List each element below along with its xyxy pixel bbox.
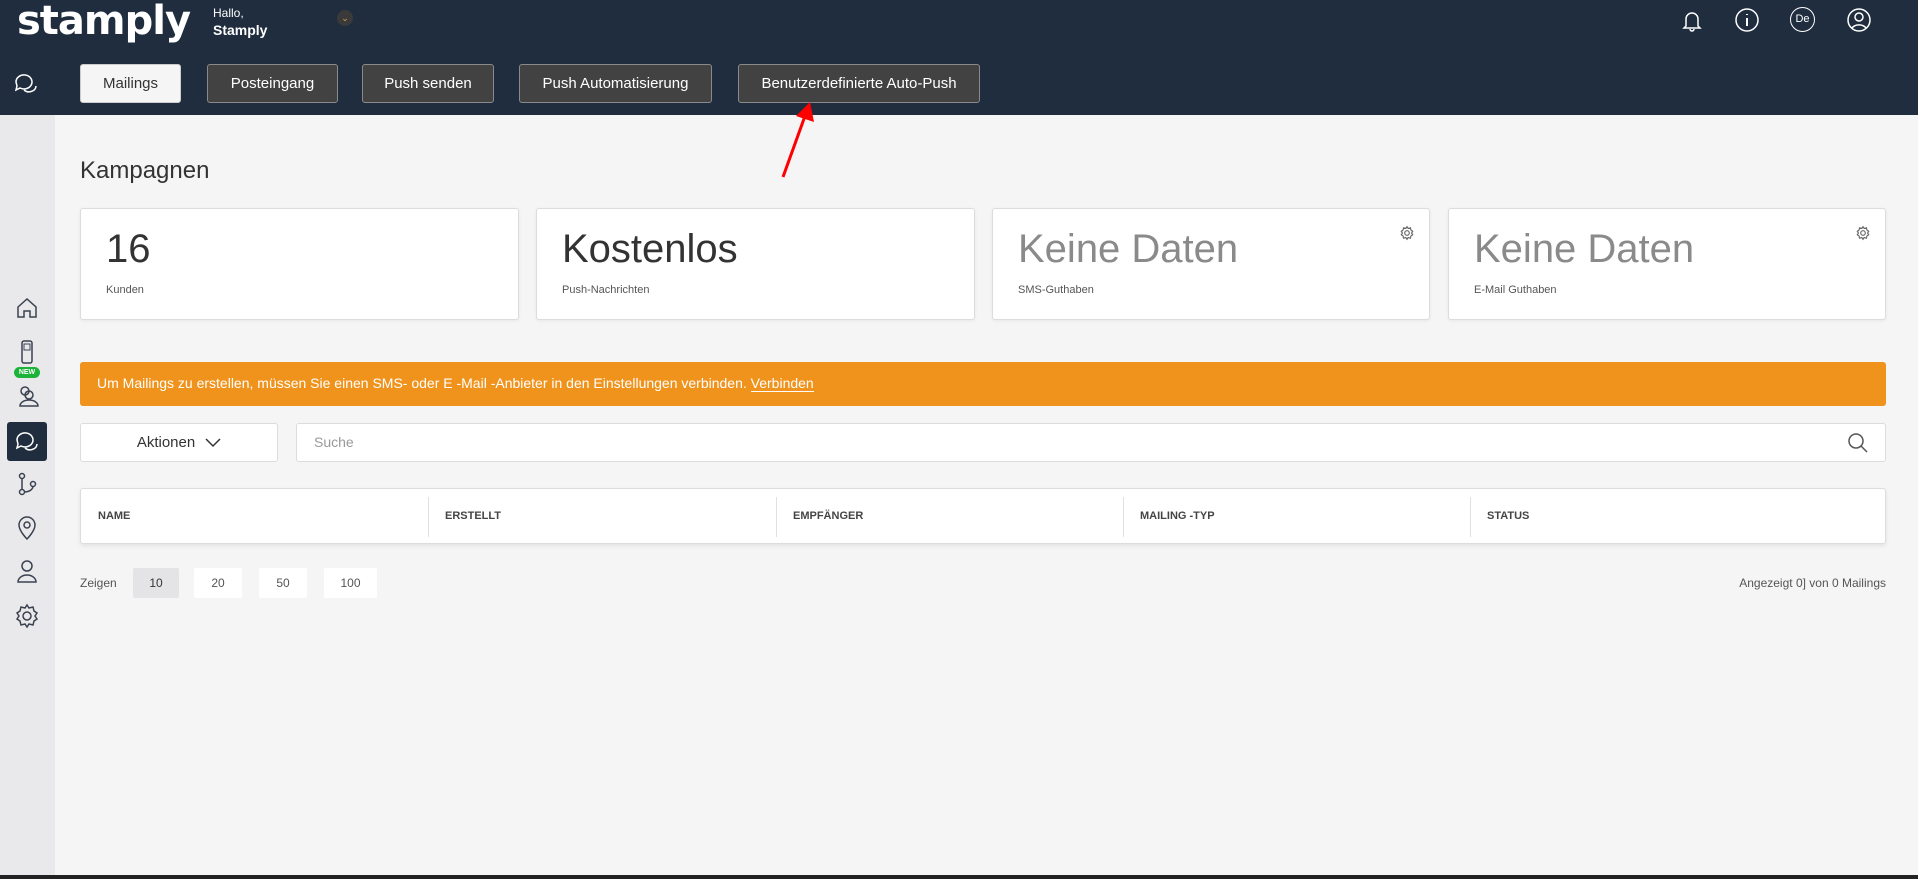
location-pin-icon[interactable] (13, 514, 41, 542)
customers-icon[interactable] (13, 382, 41, 410)
stat-card-push: Kostenlos Push-Nachrichten (536, 208, 975, 320)
stat-value: Kostenlos (562, 227, 738, 272)
mobile-device-icon[interactable] (13, 338, 41, 366)
branch-icon[interactable] (13, 470, 41, 498)
warning-banner: Um Mailings zu erstellen, müssen Sie ein… (80, 362, 1886, 406)
stat-label: Push-Nachrichten (562, 284, 649, 296)
gear-icon[interactable] (1855, 225, 1871, 241)
campaigns-chat-icon[interactable] (13, 428, 41, 456)
language-selector[interactable]: De (1790, 7, 1815, 32)
settings-gear-icon[interactable] (13, 602, 41, 630)
user-profile-icon[interactable] (13, 557, 41, 585)
column-header-name[interactable]: NAME (81, 489, 428, 543)
page-size-50[interactable]: 50 (259, 568, 307, 598)
connect-link[interactable]: Verbinden (751, 375, 814, 392)
new-badge: NEW (14, 367, 40, 378)
stat-card-email: Keine Daten E-Mail Guthaben (1448, 208, 1886, 320)
stat-value: 16 (106, 227, 151, 272)
greeting: Hallo, (213, 6, 244, 20)
column-header-erstellt[interactable]: ERSTELLT (428, 489, 776, 543)
stat-label: SMS-Guthaben (1018, 284, 1094, 296)
tab-push-automatisierung[interactable]: Push Automatisierung (519, 64, 712, 103)
results-summary: Angezeigt 0] von 0 Mailings (1739, 576, 1886, 590)
stat-label: E-Mail Guthaben (1474, 284, 1557, 296)
logo[interactable]: stamply (17, 0, 190, 44)
stat-card-sms: Keine Daten SMS-Guthaben (992, 208, 1430, 320)
page-size-100[interactable]: 100 (324, 568, 377, 598)
user-dropdown-chevron-icon[interactable]: ⌄ (337, 10, 353, 26)
column-header-empfaenger[interactable]: EMPFÄNGER (776, 489, 1123, 543)
stat-value: Keine Daten (1018, 227, 1238, 272)
stat-label: Kunden (106, 284, 144, 296)
stat-value: Keine Daten (1474, 227, 1694, 272)
annotation-arrow-icon (770, 98, 820, 182)
page-title: Kampagnen (80, 157, 209, 185)
banner-text: Um Mailings zu erstellen, müssen Sie ein… (97, 375, 751, 391)
page-size-20[interactable]: 20 (194, 568, 242, 598)
search-box (296, 423, 1886, 462)
bottom-edge (0, 875, 1918, 879)
chevron-down-icon (205, 438, 221, 448)
chat-icon[interactable] (12, 70, 40, 98)
page-size-10[interactable]: 10 (133, 568, 179, 598)
gear-icon[interactable] (1399, 225, 1415, 241)
tab-mailings[interactable]: Mailings (80, 64, 181, 103)
search-icon[interactable] (1847, 432, 1869, 454)
info-icon[interactable] (1733, 6, 1761, 34)
page-size-label: Zeigen (80, 576, 117, 590)
tab-posteingang[interactable]: Posteingang (207, 64, 338, 103)
user-account-icon[interactable] (1845, 6, 1873, 34)
user-name: Stamply (213, 22, 267, 38)
actions-label: Aktionen (137, 434, 195, 451)
mailings-table: NAME ERSTELLT EMPFÄNGER MAILING -TYP STA… (80, 488, 1886, 544)
column-header-mailing-typ[interactable]: MAILING -TYP (1123, 489, 1470, 543)
home-icon[interactable] (13, 294, 41, 322)
search-input[interactable] (314, 434, 1794, 450)
column-header-status[interactable]: STATUS (1470, 489, 1870, 543)
tab-push-senden[interactable]: Push senden (362, 64, 494, 103)
actions-dropdown[interactable]: Aktionen (80, 423, 278, 462)
stat-card-kunden: 16 Kunden (80, 208, 519, 320)
bell-icon[interactable] (1678, 6, 1706, 34)
